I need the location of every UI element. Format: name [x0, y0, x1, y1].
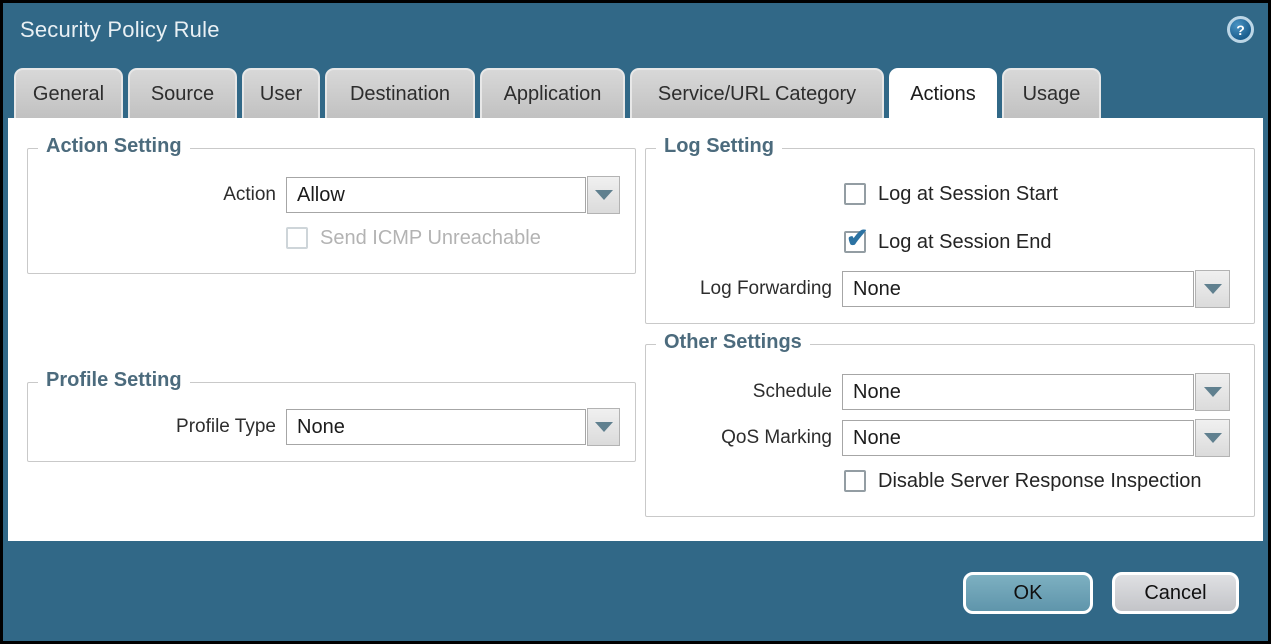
cancel-button[interactable]: Cancel — [1112, 572, 1239, 614]
qos-marking-row: QoS Marking None — [646, 418, 1230, 458]
qos-marking-dropdown-button[interactable] — [1195, 419, 1230, 457]
chevron-down-icon — [595, 190, 613, 200]
tab-general[interactable]: General — [14, 68, 123, 118]
send-icmp-label: Send ICMP Unreachable — [320, 227, 541, 250]
tab-label: General — [33, 83, 104, 106]
dsri-label: Disable Server Response Inspection — [878, 470, 1202, 493]
group-legend: Profile Setting — [38, 369, 190, 392]
log-forwarding-label: Log Forwarding — [646, 278, 832, 300]
action-dropdown: Allow — [286, 176, 620, 214]
group-legend: Other Settings — [656, 331, 810, 354]
qos-marking-dropdown: None — [842, 419, 1230, 457]
chevron-down-icon — [1204, 387, 1222, 397]
tab-usage[interactable]: Usage — [1002, 68, 1101, 118]
log-forwarding-dropdown-button[interactable] — [1195, 270, 1230, 308]
group-legend: Action Setting — [38, 135, 190, 158]
tab-bar: General Source User Destination Applicat… — [14, 68, 1101, 118]
action-field-row: Action Allow — [28, 175, 620, 215]
schedule-dropdown-button[interactable] — [1195, 373, 1230, 411]
log-forwarding-dropdown: None — [842, 270, 1230, 308]
tab-label: Actions — [910, 83, 976, 106]
schedule-label: Schedule — [646, 381, 832, 403]
tab-label: Source — [151, 83, 214, 106]
profile-type-label: Profile Type — [28, 416, 276, 438]
other-settings-group: Other Settings Schedule None QoS Marking… — [645, 344, 1255, 517]
help-icon[interactable]: ? — [1227, 16, 1254, 43]
log-session-start-label: Log at Session Start — [878, 183, 1058, 206]
chevron-down-icon — [1204, 284, 1222, 294]
log-forwarding-dropdown-value[interactable]: None — [842, 271, 1194, 307]
action-dropdown-value[interactable]: Allow — [286, 177, 586, 213]
tab-user[interactable]: User — [242, 68, 320, 118]
log-session-end-label: Log at Session End — [878, 231, 1051, 254]
schedule-row: Schedule None — [646, 372, 1230, 412]
group-legend: Log Setting — [656, 135, 782, 158]
ok-button[interactable]: OK — [963, 572, 1093, 614]
actions-tab-panel: Action Setting Action Allow Send ICMP Un… — [8, 118, 1263, 541]
tab-source[interactable]: Source — [128, 68, 237, 118]
log-setting-group: Log Setting Log at Session Start Log at … — [645, 148, 1255, 324]
profile-setting-group: Profile Setting Profile Type None — [27, 382, 636, 462]
profile-type-dropdown: None — [286, 408, 620, 446]
log-session-end-row: Log at Session End — [844, 230, 1051, 254]
log-forwarding-row: Log Forwarding None — [646, 269, 1230, 309]
action-setting-group: Action Setting Action Allow Send ICMP Un… — [27, 148, 636, 274]
tab-application[interactable]: Application — [480, 68, 625, 118]
tab-actions[interactable]: Actions — [889, 68, 997, 118]
qos-marking-dropdown-value[interactable]: None — [842, 420, 1194, 456]
send-icmp-row: Send ICMP Unreachable — [286, 226, 541, 250]
dialog-title: Security Policy Rule — [20, 17, 220, 43]
schedule-dropdown-value[interactable]: None — [842, 374, 1194, 410]
tab-label: Destination — [350, 83, 450, 106]
profile-type-row: Profile Type None — [28, 407, 620, 447]
qos-marking-label: QoS Marking — [646, 427, 832, 449]
tab-label: Application — [504, 83, 602, 106]
send-icmp-checkbox — [286, 227, 308, 249]
profile-type-dropdown-button[interactable] — [587, 408, 620, 446]
action-dropdown-button[interactable] — [587, 176, 620, 214]
chevron-down-icon — [1204, 433, 1222, 443]
log-session-end-checkbox[interactable] — [844, 231, 866, 253]
chevron-down-icon — [595, 422, 613, 432]
tab-label: User — [260, 83, 302, 106]
schedule-dropdown: None — [842, 373, 1230, 411]
dsri-row: Disable Server Response Inspection — [844, 469, 1202, 493]
tab-label: Service/URL Category — [658, 83, 856, 106]
log-session-start-row: Log at Session Start — [844, 182, 1058, 206]
dsri-checkbox[interactable] — [844, 470, 866, 492]
action-label: Action — [28, 184, 276, 206]
tab-service-url-category[interactable]: Service/URL Category — [630, 68, 884, 118]
tab-destination[interactable]: Destination — [325, 68, 475, 118]
question-mark-glyph: ? — [1236, 22, 1245, 38]
log-session-start-checkbox[interactable] — [844, 183, 866, 205]
tab-label: Usage — [1023, 83, 1081, 106]
profile-type-dropdown-value[interactable]: None — [286, 409, 586, 445]
